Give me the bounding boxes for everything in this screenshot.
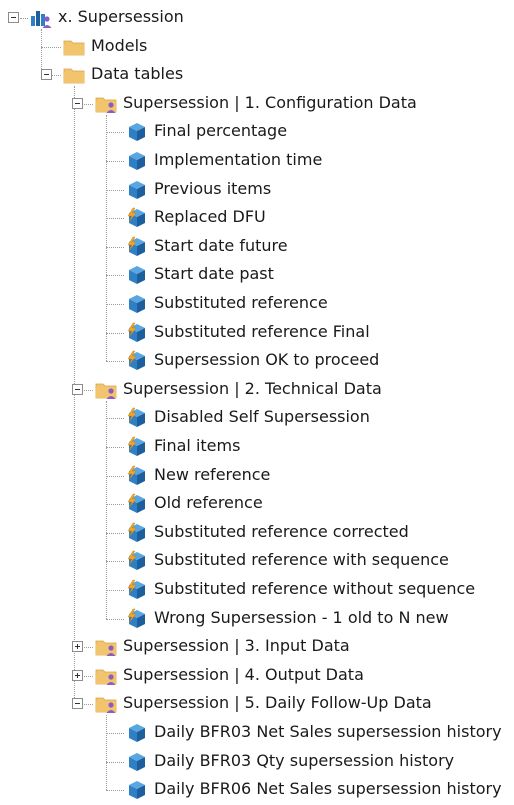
cube-icon <box>126 722 148 744</box>
tree-view: x. Supersession Models Data tables Superses… <box>0 0 514 801</box>
tree-node-label: x. Supersession <box>58 7 184 26</box>
tree-node-label: Start date future <box>154 235 288 255</box>
collapse-toggle[interactable] <box>72 698 83 710</box>
tree-node-g2-5[interactable]: Substituted reference corrected <box>0 518 514 546</box>
tree-node-g1-3[interactable]: Previous items <box>0 175 514 203</box>
tree-node-g2-6[interactable]: Substituted reference with sequence <box>0 546 514 574</box>
tree-node-g5-1[interactable]: Daily BFR03 Net Sales supersession histo… <box>0 718 514 746</box>
tree-node-g1-9[interactable]: Supersession OK to proceed <box>0 346 514 374</box>
cube-icon <box>126 751 148 773</box>
folder-user-icon <box>95 636 117 658</box>
tree-node-g1-1[interactable]: Final percentage <box>0 117 514 145</box>
tree-node-g1-2[interactable]: Implementation time <box>0 146 514 174</box>
folder-user-icon <box>95 665 117 687</box>
tree-node-label: Wrong Supersession - 1 old to N new <box>154 607 449 627</box>
tree-node-g2-7[interactable]: Substituted reference without sequence <box>0 575 514 603</box>
tree-node-g2-2[interactable]: Final items <box>0 432 514 460</box>
tree-node-g5[interactable]: Supersession | 5. Daily Follow-Up Data <box>0 689 514 717</box>
tree-node-datatables[interactable]: Data tables <box>0 60 514 88</box>
collapse-toggle[interactable] <box>8 12 19 23</box>
folder-user-icon <box>95 693 117 715</box>
tree-node-g1-5[interactable]: Start date future <box>0 232 514 260</box>
tree-node-g2-4[interactable]: Old reference <box>0 489 514 517</box>
tree-node-label: Final items <box>154 436 241 455</box>
cube-bolt-icon <box>126 350 148 372</box>
tree-node-root[interactable]: x. Supersession <box>0 3 514 31</box>
tree-node-g1-6[interactable]: Start date past <box>0 260 514 288</box>
folder-icon <box>63 36 85 58</box>
tree-node-label: Substituted reference <box>154 293 328 312</box>
expand-toggle[interactable] <box>72 669 83 681</box>
cube-bolt-icon <box>126 608 148 630</box>
cube-bolt-icon <box>126 436 148 458</box>
tree-node-g5-3[interactable]: Daily BFR06 Net Sales supersession histo… <box>0 775 514 803</box>
tree-node-g2-8[interactable]: Wrong Supersession - 1 old to N new <box>0 604 514 632</box>
tree-node-g1-4[interactable]: Replaced DFU <box>0 203 514 231</box>
tree-node-label: Supersession OK to proceed <box>154 350 380 370</box>
folder-user-icon <box>95 93 117 115</box>
collapse-toggle[interactable] <box>41 69 52 81</box>
folder-icon <box>63 64 85 86</box>
tree-node-label: Supersession | 2. Technical Data <box>123 378 382 398</box>
tree-node-label: Supersession | 1. Configuration Data <box>123 92 417 112</box>
tree-node-label: Disabled Self Supersession <box>154 407 370 427</box>
cube-icon <box>126 293 148 315</box>
model-root-icon <box>30 7 52 29</box>
cube-bolt-icon <box>126 207 148 229</box>
tree-node-label: Supersession | 5. Daily Follow-Up Data <box>123 693 432 713</box>
cube-bolt-icon <box>126 407 148 429</box>
tree-node-label: Substituted reference corrected <box>154 521 409 541</box>
tree-node-label: Substituted reference without sequence <box>154 579 476 598</box>
cube-bolt-icon <box>126 465 148 487</box>
tree-node-label: Supersession | 3. Input Data <box>123 636 350 656</box>
tree-node-label: Replaced DFU <box>154 207 266 227</box>
tree-node-label: Old reference <box>154 493 263 513</box>
tree-node-label: Daily BFR03 Qty supersession history <box>154 750 455 770</box>
cube-bolt-icon <box>126 522 148 544</box>
cube-bolt-icon <box>126 493 148 515</box>
tree-node-label: Final percentage <box>154 121 288 141</box>
cube-icon <box>126 264 148 286</box>
tree-node-label: Daily BFR06 Net Sales supersession histo… <box>154 779 502 799</box>
tree-node-g1[interactable]: Supersession | 1. Configuration Data <box>0 89 514 117</box>
tree-node-label: Data tables <box>91 64 184 84</box>
tree-node-models[interactable]: Models <box>0 32 514 60</box>
cube-icon <box>126 150 148 172</box>
expand-toggle[interactable] <box>72 641 83 653</box>
collapse-toggle[interactable] <box>72 97 83 109</box>
tree-node-label: Previous items <box>154 178 272 198</box>
collapse-toggle[interactable] <box>72 383 83 395</box>
tree-node-g1-7[interactable]: Substituted reference <box>0 289 514 317</box>
tree-node-label: Substituted reference with sequence <box>154 550 449 570</box>
tree-node-label: Daily BFR03 Net Sales supersession histo… <box>154 722 502 741</box>
cube-icon <box>126 779 148 801</box>
cube-icon <box>126 121 148 143</box>
tree-node-label: Implementation time <box>154 150 323 169</box>
tree-node-label: Start date past <box>154 264 274 284</box>
tree-node-label: Models <box>91 35 148 55</box>
cube-bolt-icon <box>126 322 148 344</box>
tree-node-label: Substituted reference Final <box>154 321 370 341</box>
tree-node-g5-2[interactable]: Daily BFR03 Qty supersession history <box>0 747 514 775</box>
tree-node-g2-1[interactable]: Disabled Self Supersession <box>0 403 514 431</box>
tree-node-g2-3[interactable]: New reference <box>0 461 514 489</box>
tree-node-g4[interactable]: Supersession | 4. Output Data <box>0 661 514 689</box>
tree-node-g3[interactable]: Supersession | 3. Input Data <box>0 632 514 660</box>
cube-bolt-icon <box>126 550 148 572</box>
tree-node-label: Supersession | 4. Output Data <box>123 664 364 684</box>
tree-node-g2[interactable]: Supersession | 2. Technical Data <box>0 375 514 403</box>
cube-bolt-icon <box>126 579 148 601</box>
cube-bolt-icon <box>126 236 148 258</box>
cube-icon <box>126 179 148 201</box>
folder-user-icon <box>95 379 117 401</box>
tree-node-label: New reference <box>154 464 271 484</box>
tree-node-g1-8[interactable]: Substituted reference Final <box>0 318 514 346</box>
